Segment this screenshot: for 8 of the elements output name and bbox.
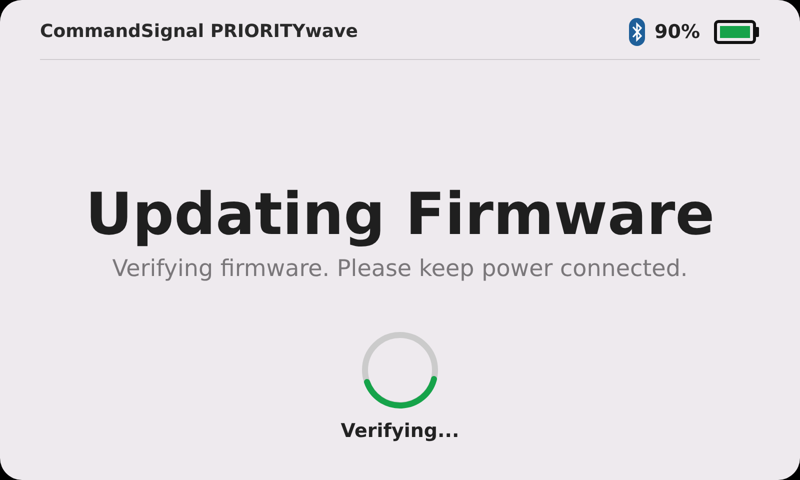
battery-percentage: 90% [654,20,700,42]
loading-spinner-icon [360,330,440,410]
bluetooth-icon [628,18,645,46]
device-title: CommandSignal PRIORITYwave [40,21,358,42]
battery-icon [714,20,760,44]
update-message: Verifying firmware. Please keep power connected. [112,256,688,282]
status-label: Verifying... [340,420,460,442]
update-heading: Updating Firmware [85,179,715,250]
